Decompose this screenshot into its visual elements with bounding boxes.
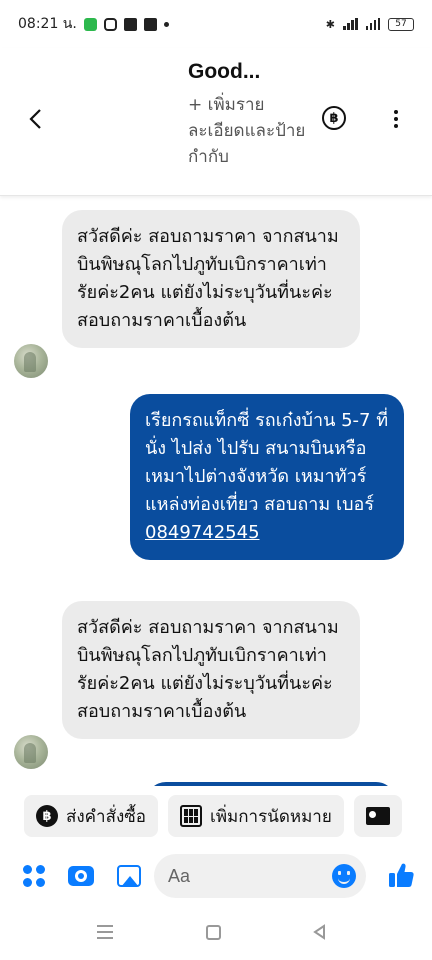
payment-button[interactable]: ฿ [322, 106, 346, 130]
avatar[interactable] [14, 735, 48, 769]
status-bar: 08:21 น. ✱ 57 [0, 0, 432, 48]
battery-icon: 57 [388, 17, 414, 31]
recent-apps-button[interactable] [94, 922, 116, 942]
like-button[interactable] [386, 860, 416, 890]
like-icon [389, 863, 414, 887]
back-icon [29, 109, 41, 129]
bluetooth-icon: ✱ [325, 17, 335, 31]
image-icon [117, 865, 141, 887]
signal-icon [343, 18, 358, 30]
message-input[interactable] [168, 865, 318, 887]
instagram-icon [103, 17, 117, 31]
send-order-label: ส่งคำสั่งซื้อ [66, 806, 147, 827]
quick-actions-bar: ฿ ส่งคำสั่งซื้อ เพิ่มการนัดหมาย [0, 788, 432, 844]
status-time: 08:21 น. [18, 16, 77, 32]
baht-icon: ฿ [329, 110, 339, 126]
incoming-message[interactable]: สวัสดีค่ะ สอบถามราคา จากสนามบินพิษณุโลกไ… [62, 601, 360, 739]
incoming-message[interactable]: สวัสดีค่ะ สอบถามราคา จากสนามบินพิษณุโลกไ… [62, 210, 360, 348]
apps-button[interactable] [20, 862, 48, 890]
back-triangle-icon [313, 924, 325, 940]
camera-button[interactable] [67, 862, 95, 890]
home-button[interactable] [202, 922, 224, 942]
contact-name[interactable]: Good... [188, 60, 260, 84]
system-back-button[interactable] [308, 922, 330, 942]
message-composer [0, 848, 432, 904]
camera-icon [68, 866, 94, 886]
conversation-header: Good... + เพิ่มรายละเอียดและป้ายกำกับ ฿ [0, 48, 432, 196]
outgoing-message[interactable]: เรียกรถแท็กซี่ รถเก๋งบ้าน 5-7 ที่นั่ง ไป… [130, 394, 404, 560]
outgoing-message-partial[interactable] [146, 782, 396, 786]
add-details-link[interactable]: + เพิ่มรายละเอียดและป้ายกำกับ [188, 92, 308, 170]
signal-2-icon [365, 18, 380, 30]
add-appointment-label: เพิ่มการนัดหมาย [210, 806, 332, 827]
more-options-button[interactable] [384, 106, 408, 132]
message-input-wrapper [154, 854, 366, 898]
apps-icon [23, 865, 45, 887]
calendar-icon [180, 805, 203, 827]
message-notification-icon [123, 17, 137, 31]
contact-card-button[interactable] [353, 795, 402, 837]
message-list[interactable]: สวัสดีค่ะ สอบถามราคา จากสนามบินพิษณุโลกไ… [0, 196, 432, 786]
contact-card-icon [365, 807, 390, 825]
gallery-button[interactable] [115, 862, 143, 890]
outgoing-message-text: เรียกรถแท็กซี่ รถเก๋งบ้าน 5-7 ที่นั่ง ไป… [145, 410, 389, 515]
back-button[interactable] [22, 106, 48, 132]
system-nav-bar [0, 904, 432, 960]
avatar[interactable] [14, 344, 48, 378]
menu-icon [97, 925, 113, 927]
more-notifications-icon [163, 21, 169, 27]
baht-icon: ฿ [36, 805, 58, 827]
home-icon [205, 924, 221, 940]
line-app-icon [83, 17, 97, 31]
chat-notification-icon [143, 17, 157, 31]
phone-link[interactable]: 0849742545 [145, 522, 260, 543]
more-icon [394, 110, 398, 114]
battery-level: 57 [395, 19, 407, 29]
add-appointment-button[interactable]: เพิ่มการนัดหมาย [168, 795, 344, 837]
send-order-button[interactable]: ฿ ส่งคำสั่งซื้อ [24, 795, 159, 837]
emoji-icon[interactable] [332, 864, 356, 888]
